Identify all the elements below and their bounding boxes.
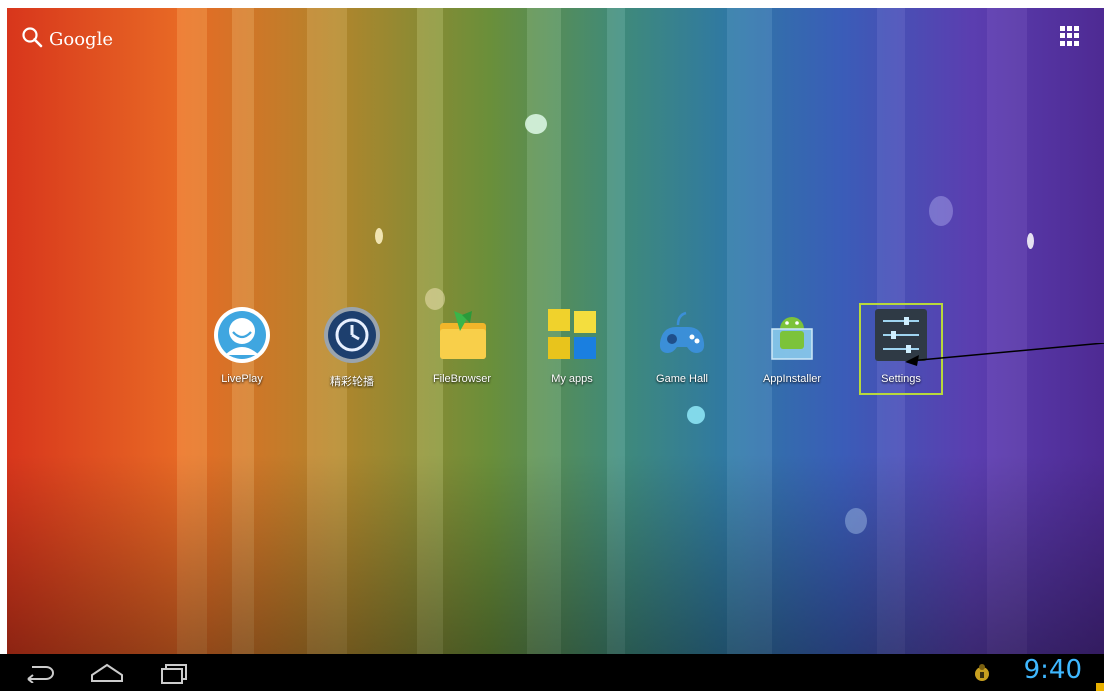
app-carousel[interactable]: 精彩轮播 bbox=[297, 303, 407, 395]
folder-icon bbox=[440, 311, 486, 359]
app-label: 精彩轮播 bbox=[330, 376, 374, 388]
app-myapps[interactable]: My apps bbox=[517, 303, 627, 395]
app-label: FileBrowser bbox=[432, 373, 492, 385]
app-label: Settings bbox=[881, 373, 921, 385]
clock: 9:40 bbox=[1023, 655, 1082, 685]
liveplay-icon bbox=[214, 307, 270, 363]
google-search-bar[interactable]: Google bbox=[21, 26, 113, 53]
notification-icon[interactable] bbox=[972, 662, 992, 682]
gamepad-icon bbox=[659, 311, 705, 353]
app-label: Game Hall bbox=[656, 373, 708, 385]
search-label: Google bbox=[49, 29, 113, 50]
wallpaper-drop bbox=[375, 228, 383, 244]
app-label: LivePlay bbox=[221, 373, 263, 385]
system-nav-bar: 9:40 bbox=[0, 654, 1104, 691]
wallpaper-shade bbox=[7, 454, 1104, 654]
wallpaper-drop bbox=[687, 406, 705, 424]
wallpaper-drop bbox=[1027, 233, 1034, 249]
wallpaper-drop bbox=[929, 196, 953, 226]
home-icon[interactable] bbox=[90, 663, 124, 683]
app-row: LivePlay 精彩轮播 FileBrowser My apps Game H… bbox=[187, 303, 955, 395]
android-box-icon bbox=[771, 317, 813, 360]
tiles-icon bbox=[548, 309, 596, 359]
annotation-arrow bbox=[905, 343, 1104, 366]
wallpaper-drop bbox=[845, 508, 867, 534]
app-appinstaller[interactable]: AppInstaller bbox=[737, 303, 847, 395]
app-liveplay[interactable]: LivePlay bbox=[187, 303, 297, 395]
back-icon[interactable] bbox=[24, 663, 54, 683]
app-label: AppInstaller bbox=[762, 373, 822, 385]
app-gamehall[interactable]: Game Hall bbox=[627, 303, 737, 395]
wallpaper-drop bbox=[525, 114, 547, 134]
status-indicator bbox=[1096, 683, 1104, 691]
recent-apps-icon[interactable] bbox=[160, 663, 190, 685]
clock-replay-icon bbox=[324, 307, 380, 363]
app-label: My apps bbox=[551, 373, 593, 385]
apps-grid-icon[interactable] bbox=[1060, 26, 1080, 46]
app-filebrowser[interactable]: FileBrowser bbox=[407, 303, 517, 395]
search-icon bbox=[21, 26, 43, 53]
